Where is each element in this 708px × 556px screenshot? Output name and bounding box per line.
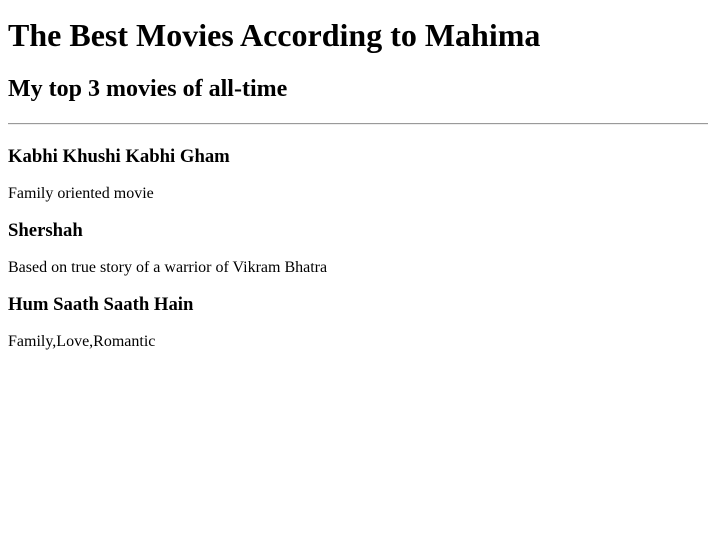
movie-list: Kabhi Khushi Kabhi Gham Family oriented … [8,146,700,351]
movie-description: Family,Love,Romantic [8,333,156,350]
movie-title: Kabhi Khushi Kabhi Gham [8,146,230,167]
movie-description: Based on true story of a warrior of Vikr… [8,259,328,276]
movie-description: Family oriented movie [8,185,154,202]
page-title: The Best Movies According to Mahima [8,17,541,53]
movie-item: Hum Saath Saath Hain Family,Love,Romanti… [8,294,700,351]
divider [8,123,708,125]
movie-title: Hum Saath Saath Hain [8,294,194,315]
movie-title: Shershah [8,220,83,241]
movie-item: Kabhi Khushi Kabhi Gham Family oriented … [8,146,700,203]
page-subtitle: My top 3 movies of all-time [8,76,288,102]
movie-item: Shershah Based on true story of a warrio… [8,220,700,277]
